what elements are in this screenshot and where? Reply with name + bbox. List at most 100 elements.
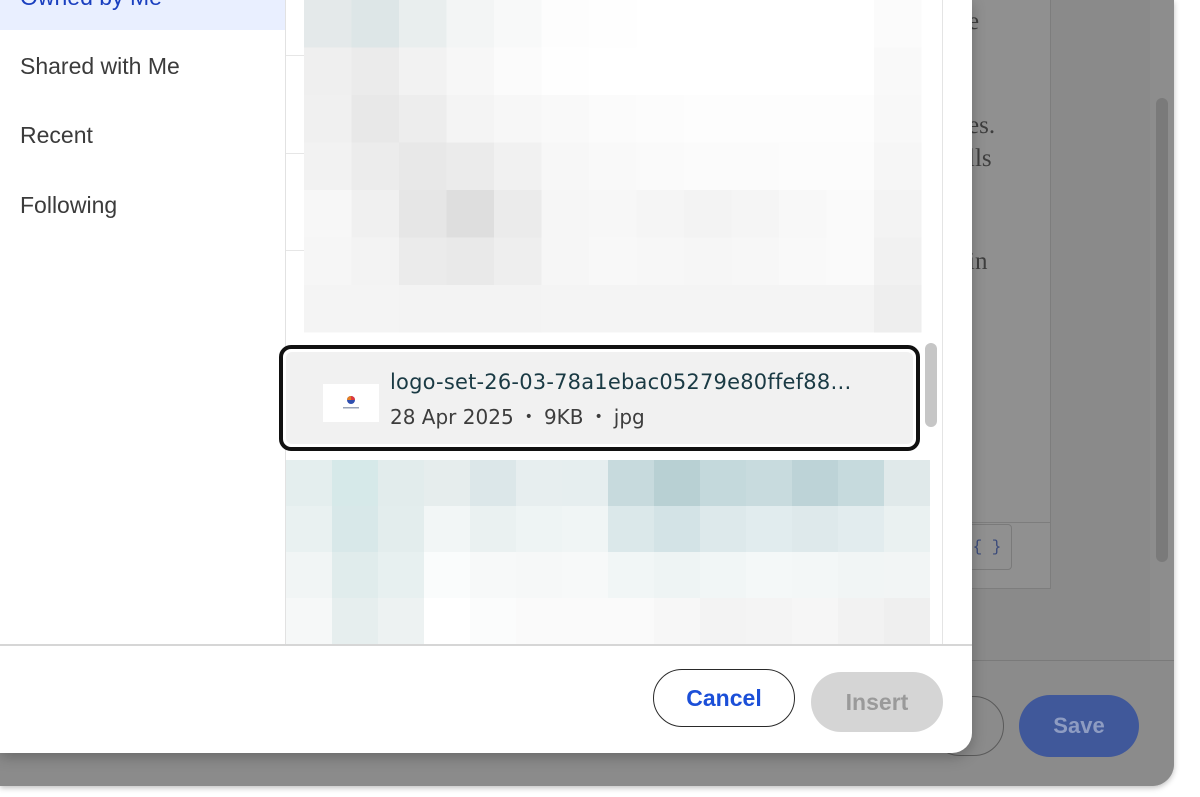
mosaic-cell xyxy=(494,285,542,333)
mosaic-cell xyxy=(304,285,352,333)
mosaic-cell xyxy=(700,552,746,598)
mosaic-cell xyxy=(589,47,637,95)
mosaic-cell xyxy=(399,95,447,143)
mosaic-cell xyxy=(378,460,424,506)
mosaic-cell xyxy=(779,190,827,238)
mosaic-cell xyxy=(446,47,494,95)
thumbnail-mosaic xyxy=(286,460,930,644)
footer-divider xyxy=(0,644,972,646)
cancel-button[interactable]: Cancel xyxy=(653,669,795,727)
mosaic-cell xyxy=(470,552,516,598)
mosaic-cell xyxy=(826,237,874,285)
mosaic-cell xyxy=(654,506,700,552)
mosaic-cell xyxy=(424,506,470,552)
sidebar-item-owned-by-me[interactable]: Owned by Me xyxy=(0,0,285,30)
file-grid xyxy=(286,0,942,644)
mosaic-cell xyxy=(589,95,637,143)
mosaic-cell xyxy=(589,285,637,333)
mosaic-cell xyxy=(446,237,494,285)
mosaic-cell xyxy=(541,0,589,48)
mosaic-cell xyxy=(779,285,827,333)
file-thumbnail xyxy=(323,384,379,422)
mosaic-cell xyxy=(424,460,470,506)
mosaic-cell xyxy=(446,142,494,190)
scroll-track xyxy=(942,0,943,644)
mosaic-cell xyxy=(378,506,424,552)
sidebar-item-shared-with-me[interactable]: Shared with Me xyxy=(20,53,180,80)
grid-divider xyxy=(286,55,304,56)
mosaic-cell xyxy=(608,552,654,598)
mosaic-cell xyxy=(700,460,746,506)
mosaic-cell xyxy=(838,460,884,506)
sidebar: Owned by Me Shared with Me Recent Follow… xyxy=(0,0,286,644)
blurred-thumbnail[interactable] xyxy=(304,0,922,333)
mosaic-cell xyxy=(378,552,424,598)
mosaic-cell xyxy=(516,460,562,506)
mosaic-cell xyxy=(351,47,399,95)
mosaic-cell xyxy=(746,552,792,598)
mosaic-cell xyxy=(399,190,447,238)
mosaic-cell xyxy=(884,552,930,598)
mosaic-cell xyxy=(286,506,332,552)
mosaic-cell xyxy=(399,285,447,333)
mosaic-cell xyxy=(684,285,732,333)
mosaic-cell xyxy=(636,237,684,285)
scrollbar-thumb[interactable] xyxy=(925,343,937,427)
background-save-button: Save xyxy=(1019,695,1139,757)
mosaic-cell xyxy=(351,190,399,238)
mosaic-cell xyxy=(684,0,732,48)
mosaic-cell xyxy=(424,552,470,598)
mosaic-cell xyxy=(874,95,922,143)
mosaic-cell xyxy=(351,237,399,285)
mosaic-cell xyxy=(838,598,884,644)
mosaic-cell xyxy=(470,506,516,552)
mosaic-cell xyxy=(562,552,608,598)
mosaic-cell xyxy=(470,460,516,506)
sidebar-item-following[interactable]: Following xyxy=(20,192,117,219)
background-text: es. xyxy=(968,112,996,139)
logo-thumbnail-icon xyxy=(343,396,359,409)
mosaic-cell xyxy=(826,190,874,238)
mosaic-cell xyxy=(304,47,352,95)
mosaic-cell xyxy=(589,0,637,48)
mosaic-cell xyxy=(332,460,378,506)
mosaic-cell xyxy=(874,190,922,238)
file-list-item-selected[interactable]: logo-set-26-03-78a1ebac05279e80ffef88… 2… xyxy=(279,345,920,451)
mosaic-cell xyxy=(636,95,684,143)
file-name: logo-set-26-03-78a1ebac05279e80ffef88… xyxy=(390,370,852,394)
mosaic-cell xyxy=(884,506,930,552)
mosaic-cell xyxy=(304,237,352,285)
mosaic-cell xyxy=(608,460,654,506)
mosaic-cell xyxy=(589,142,637,190)
separator: • xyxy=(594,409,603,425)
mosaic-cell xyxy=(494,142,542,190)
mosaic-cell xyxy=(826,47,874,95)
mosaic-cell xyxy=(792,598,838,644)
insert-button[interactable]: Insert xyxy=(811,672,943,732)
mosaic-cell xyxy=(874,47,922,95)
mosaic-cell xyxy=(779,237,827,285)
mosaic-cell xyxy=(304,0,352,48)
mosaic-cell xyxy=(446,0,494,48)
mosaic-cell xyxy=(779,95,827,143)
mosaic-cell xyxy=(884,460,930,506)
mosaic-cell xyxy=(286,552,332,598)
mosaic-cell xyxy=(399,237,447,285)
mosaic-cell xyxy=(351,285,399,333)
mosaic-cell xyxy=(470,598,516,644)
mosaic-cell xyxy=(608,598,654,644)
mosaic-cell xyxy=(608,506,654,552)
mosaic-cell xyxy=(884,598,930,644)
mosaic-cell xyxy=(746,506,792,552)
mosaic-cell xyxy=(731,285,779,333)
mosaic-cell xyxy=(304,190,352,238)
mosaic-cell xyxy=(684,95,732,143)
mosaic-cell xyxy=(541,95,589,143)
mosaic-cell xyxy=(636,285,684,333)
grid-divider xyxy=(286,250,304,251)
sidebar-item-recent[interactable]: Recent xyxy=(20,122,93,149)
background-scrollbar xyxy=(1156,98,1168,562)
mosaic-cell xyxy=(792,552,838,598)
blurred-thumbnail[interactable] xyxy=(286,460,930,644)
mosaic-cell xyxy=(779,0,827,48)
